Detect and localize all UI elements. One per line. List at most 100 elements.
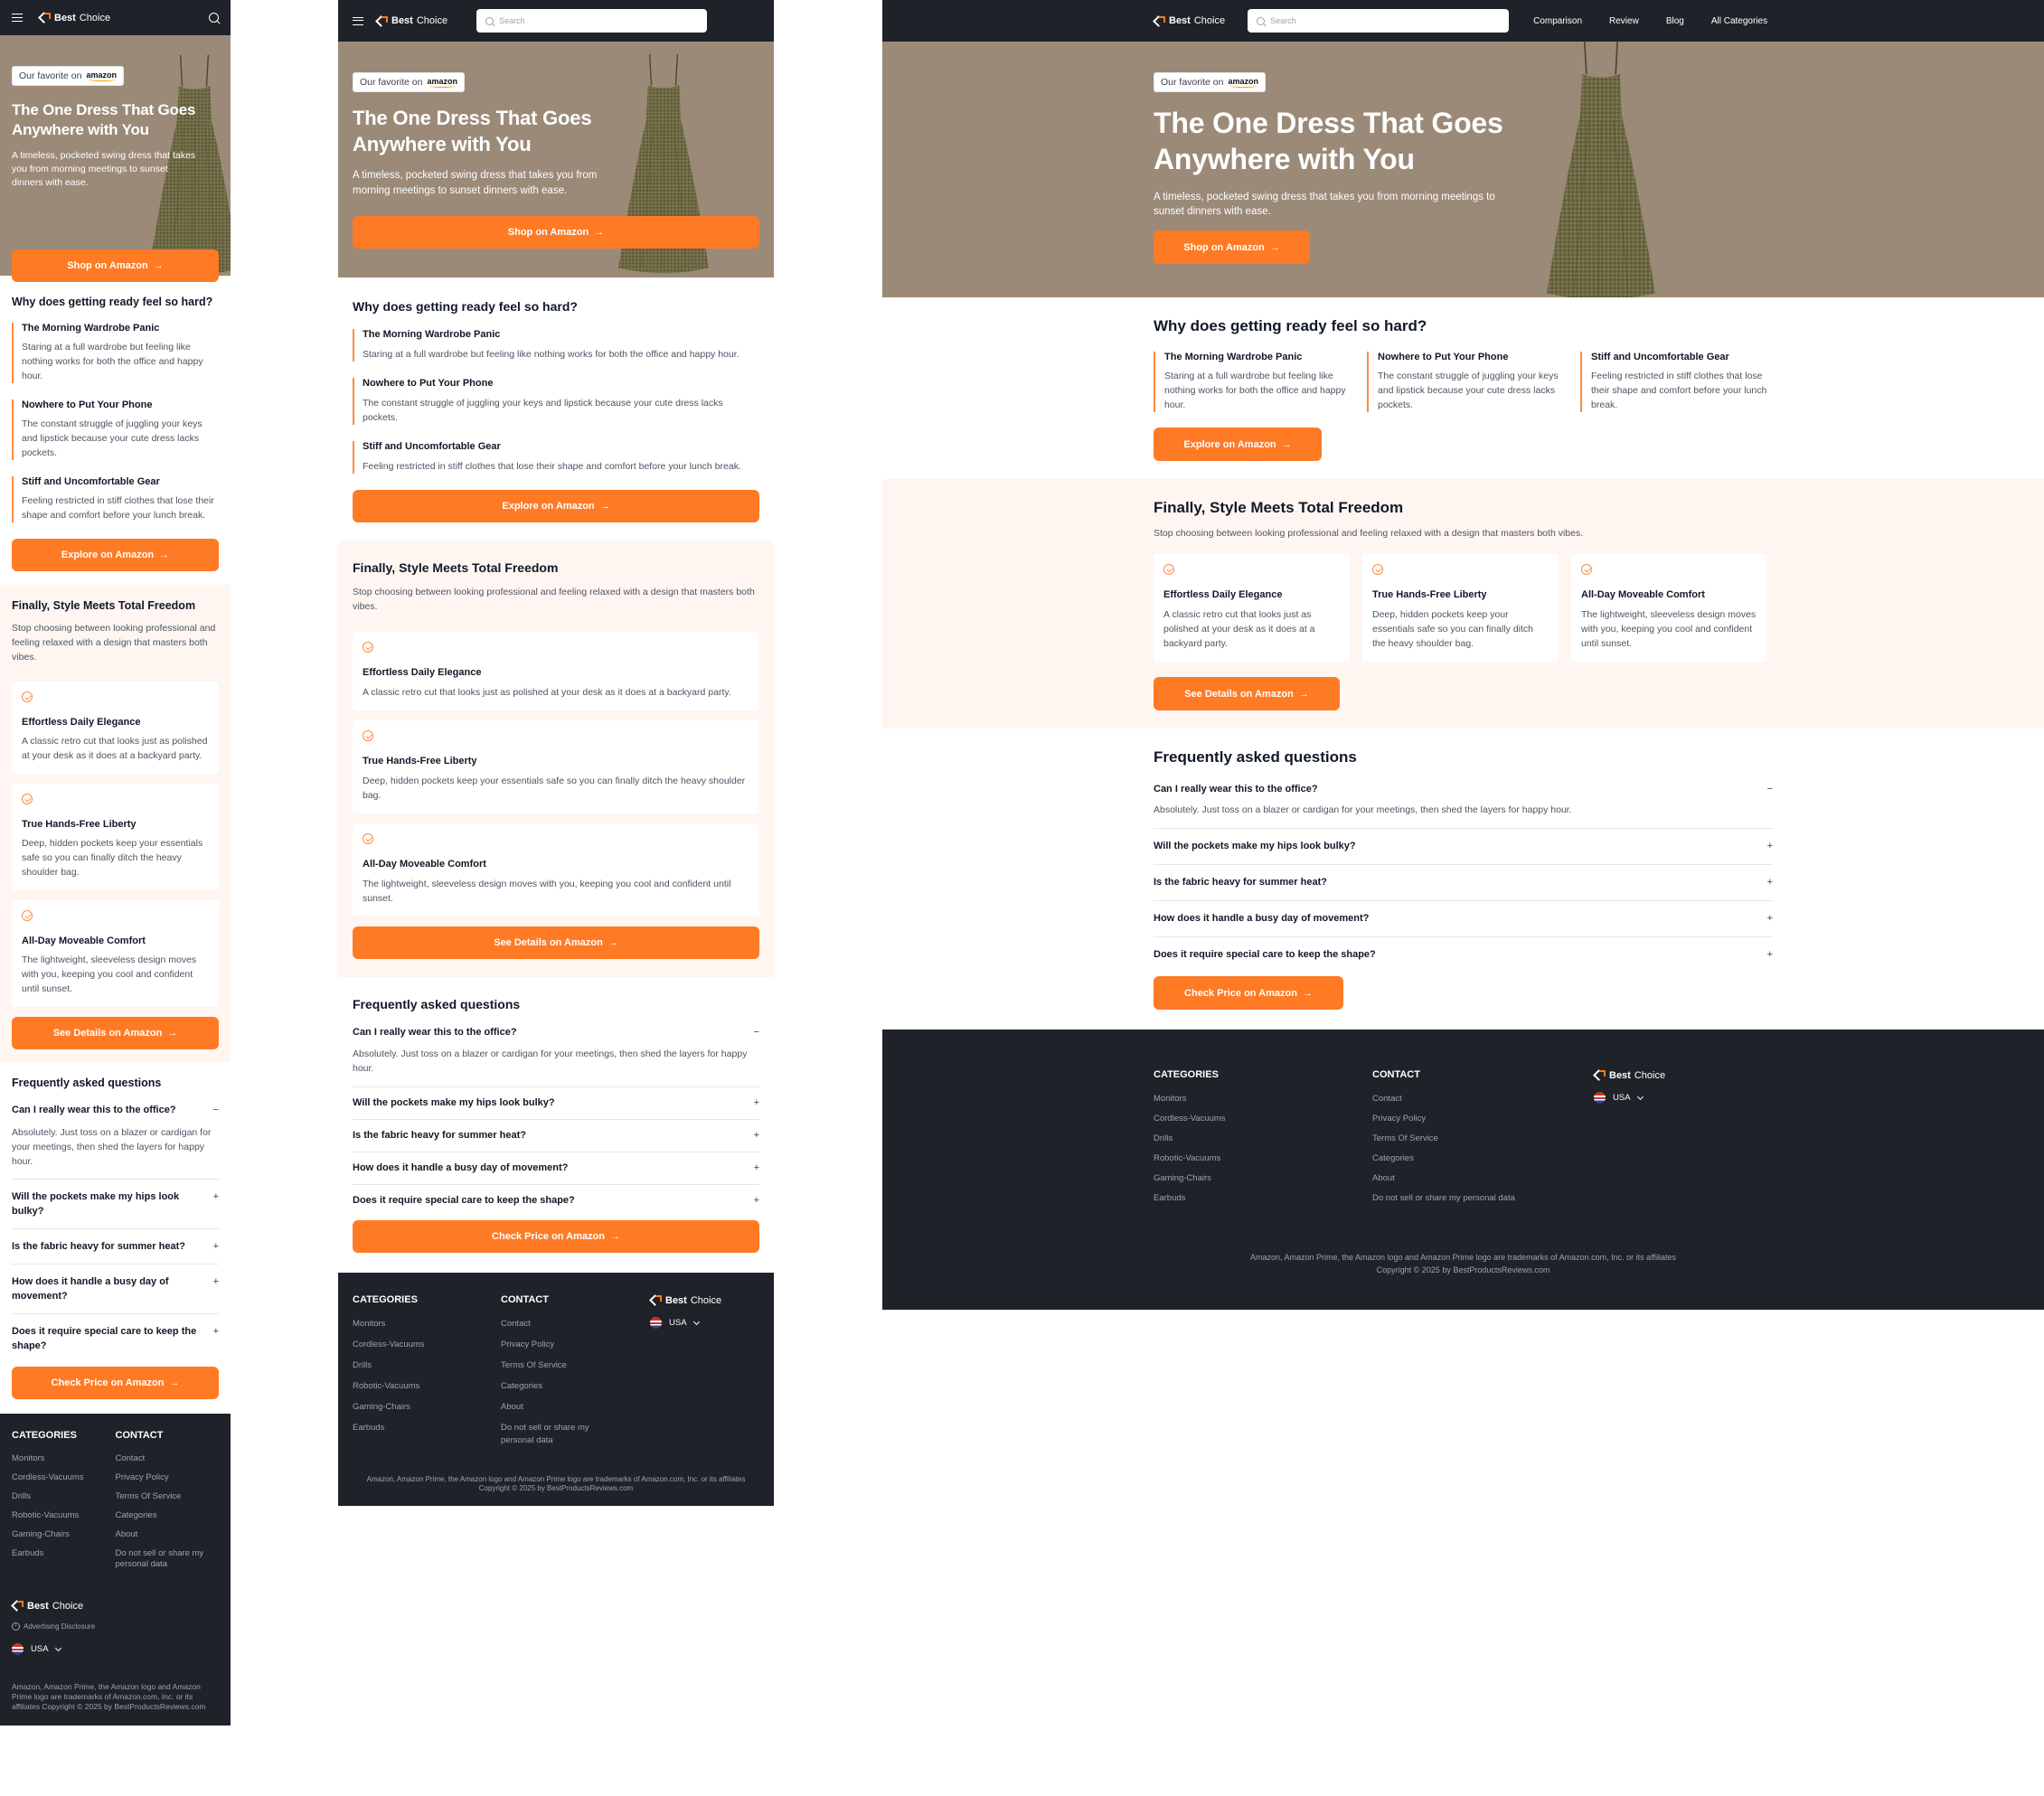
plus-icon[interactable]: + xyxy=(213,1274,219,1303)
footer-link[interactable]: Gaming-Chairs xyxy=(353,1401,501,1414)
search-icon[interactable] xyxy=(209,13,219,23)
search-input[interactable]: Search xyxy=(1248,9,1510,33)
check-price-button[interactable]: Check Price on Amazon → xyxy=(1154,976,1343,1010)
faq-item[interactable]: How does it handle a busy day of movemen… xyxy=(12,1265,219,1314)
check-price-button[interactable]: Check Price on Amazon → xyxy=(353,1220,759,1253)
footer-link[interactable]: Categories xyxy=(1372,1153,1594,1164)
check-price-button[interactable]: Check Price on Amazon → xyxy=(12,1367,219,1399)
footer-link[interactable]: Robotic-Vacuums xyxy=(12,1510,116,1521)
nav-blog[interactable]: Blog xyxy=(1666,16,1684,26)
nav-all-categories[interactable]: All Categories xyxy=(1711,16,1767,26)
explore-on-amazon-button[interactable]: Explore on Amazon → xyxy=(1154,428,1322,461)
footer-link[interactable]: Privacy Policy xyxy=(116,1472,220,1483)
footer-link[interactable]: Monitors xyxy=(12,1453,116,1464)
footer-link[interactable]: Contact xyxy=(501,1318,605,1331)
brand-logo[interactable]: Best Choice xyxy=(1154,15,1225,27)
faq-item[interactable]: Can I really wear this to the office? − Ab… xyxy=(12,1093,219,1180)
problem-text: Staring at a full wardrobe but feeling l… xyxy=(363,349,739,360)
footer-link[interactable]: Categories xyxy=(501,1380,605,1393)
plus-icon[interactable]: + xyxy=(1767,877,1773,888)
nav-comparison[interactable]: Comparison xyxy=(1533,16,1582,26)
country-selector[interactable]: USA xyxy=(1594,1092,1665,1104)
plus-icon[interactable]: + xyxy=(754,1097,759,1108)
see-details-button[interactable]: See Details on Amazon → xyxy=(353,926,759,959)
plus-icon[interactable]: + xyxy=(1767,913,1773,924)
faq-item[interactable]: Is the fabric heavy for summer heat? + xyxy=(353,1120,759,1152)
faq-item[interactable]: Can I really wear this to the office? − Ab… xyxy=(353,1017,759,1087)
footer-link[interactable]: Cordless-Vacuums xyxy=(353,1339,501,1351)
minus-icon[interactable]: − xyxy=(213,1103,219,1117)
footer-link[interactable]: Earbuds xyxy=(1154,1193,1372,1204)
footer-link[interactable]: Gaming-Chairs xyxy=(1154,1173,1372,1184)
plus-icon[interactable]: + xyxy=(754,1130,759,1141)
search-input[interactable]: Search xyxy=(476,9,708,33)
faq-item[interactable]: Can I really wear this to the office? − Ab… xyxy=(1154,772,1773,829)
faq-item[interactable]: Will the pockets make my hips look bulky… xyxy=(12,1180,219,1229)
plus-icon[interactable]: + xyxy=(1767,949,1773,960)
minus-icon[interactable]: − xyxy=(1767,784,1773,795)
menu-icon[interactable] xyxy=(12,14,23,22)
footer-link[interactable]: About xyxy=(501,1401,605,1414)
footer-link[interactable]: Do not sell or share my personal data xyxy=(116,1548,220,1570)
faq-item[interactable]: Does it require special care to keep the… xyxy=(353,1185,759,1217)
footer-link[interactable]: Cordless-Vacuums xyxy=(12,1472,116,1483)
footer-link[interactable]: Contact xyxy=(116,1453,220,1464)
footer-link[interactable]: Privacy Policy xyxy=(501,1339,605,1351)
footer-logo[interactable]: Best Choice xyxy=(650,1294,721,1306)
plus-icon[interactable]: + xyxy=(754,1162,759,1173)
footer-link[interactable]: About xyxy=(1372,1173,1594,1184)
footer-link[interactable]: Terms Of Service xyxy=(501,1359,605,1372)
footer-logo[interactable]: Best Choice xyxy=(12,1600,219,1612)
footer-link[interactable]: Do not sell or share my personal data xyxy=(1372,1193,1594,1204)
footer-link[interactable]: Terms Of Service xyxy=(1372,1133,1594,1144)
footer-link[interactable]: Drills xyxy=(353,1359,501,1372)
footer-link[interactable]: Gaming-Chairs xyxy=(12,1529,116,1540)
explore-on-amazon-button[interactable]: Explore on Amazon → xyxy=(353,490,759,522)
footer-link[interactable]: Drills xyxy=(12,1491,116,1502)
advertising-disclosure[interactable]: i Advertising Disclosure xyxy=(12,1622,219,1631)
footer-link[interactable]: Cordless-Vacuums xyxy=(1154,1114,1372,1124)
footer-link[interactable]: Earbuds xyxy=(12,1548,116,1559)
chevron-down-icon xyxy=(54,1644,61,1651)
faq-item[interactable]: Will the pockets make my hips look bulky… xyxy=(353,1087,759,1120)
footer-link[interactable]: Monitors xyxy=(1154,1094,1372,1105)
footer-link[interactable]: Monitors xyxy=(353,1318,501,1331)
faq-item[interactable]: Is the fabric heavy for summer heat? + xyxy=(1154,865,1773,901)
footer-link[interactable]: About xyxy=(116,1529,220,1540)
footer-link[interactable]: Drills xyxy=(1154,1133,1372,1144)
footer: CATEGORIES Monitors Cordless-Vacuums Dri… xyxy=(0,1414,231,1725)
brand-logo[interactable]: Best Choice xyxy=(12,12,110,24)
brand-logo[interactable]: Best Choice xyxy=(376,15,447,27)
see-details-button[interactable]: See Details on Amazon → xyxy=(12,1017,219,1049)
shop-on-amazon-button[interactable]: Shop on Amazon → xyxy=(1154,230,1310,264)
plus-icon[interactable]: + xyxy=(754,1195,759,1206)
footer-logo[interactable]: Best Choice xyxy=(1594,1069,1665,1081)
nav-review[interactable]: Review xyxy=(1609,16,1639,26)
faq-item[interactable]: How does it handle a busy day of movemen… xyxy=(1154,901,1773,937)
see-details-button[interactable]: See Details on Amazon → xyxy=(1154,677,1340,710)
footer-link[interactable]: Earbuds xyxy=(353,1422,501,1434)
faq-item[interactable]: Is the fabric heavy for summer heat? + xyxy=(12,1229,219,1265)
footer-link[interactable]: Robotic-Vacuums xyxy=(1154,1153,1372,1164)
footer-link[interactable]: Categories xyxy=(116,1510,220,1521)
country-selector[interactable]: USA xyxy=(650,1317,721,1329)
faq-item[interactable]: Will the pockets make my hips look bulky… xyxy=(1154,829,1773,865)
footer-link[interactable]: Terms Of Service xyxy=(116,1491,220,1502)
explore-on-amazon-button[interactable]: Explore on Amazon → xyxy=(12,539,219,571)
faq-item[interactable]: Does it require special care to keep the… xyxy=(1154,937,1773,973)
plus-icon[interactable]: + xyxy=(213,1189,219,1218)
plus-icon[interactable]: + xyxy=(1767,841,1773,851)
plus-icon[interactable]: + xyxy=(213,1324,219,1353)
footer-link[interactable]: Robotic-Vacuums xyxy=(353,1380,501,1393)
minus-icon[interactable]: − xyxy=(754,1027,759,1038)
menu-icon[interactable] xyxy=(353,16,363,25)
country-selector[interactable]: USA xyxy=(12,1643,219,1655)
faq-item[interactable]: How does it handle a busy day of movemen… xyxy=(353,1152,759,1185)
footer-link[interactable]: Contact xyxy=(1372,1094,1594,1105)
shop-on-amazon-button[interactable]: Shop on Amazon → xyxy=(12,249,219,282)
shop-on-amazon-button[interactable]: Shop on Amazon → xyxy=(353,216,759,249)
footer-link[interactable]: Do not sell or share my personal data xyxy=(501,1422,605,1447)
footer-link[interactable]: Privacy Policy xyxy=(1372,1114,1594,1124)
plus-icon[interactable]: + xyxy=(213,1239,219,1254)
faq-item[interactable]: Does it require special care to keep the… xyxy=(12,1314,219,1363)
